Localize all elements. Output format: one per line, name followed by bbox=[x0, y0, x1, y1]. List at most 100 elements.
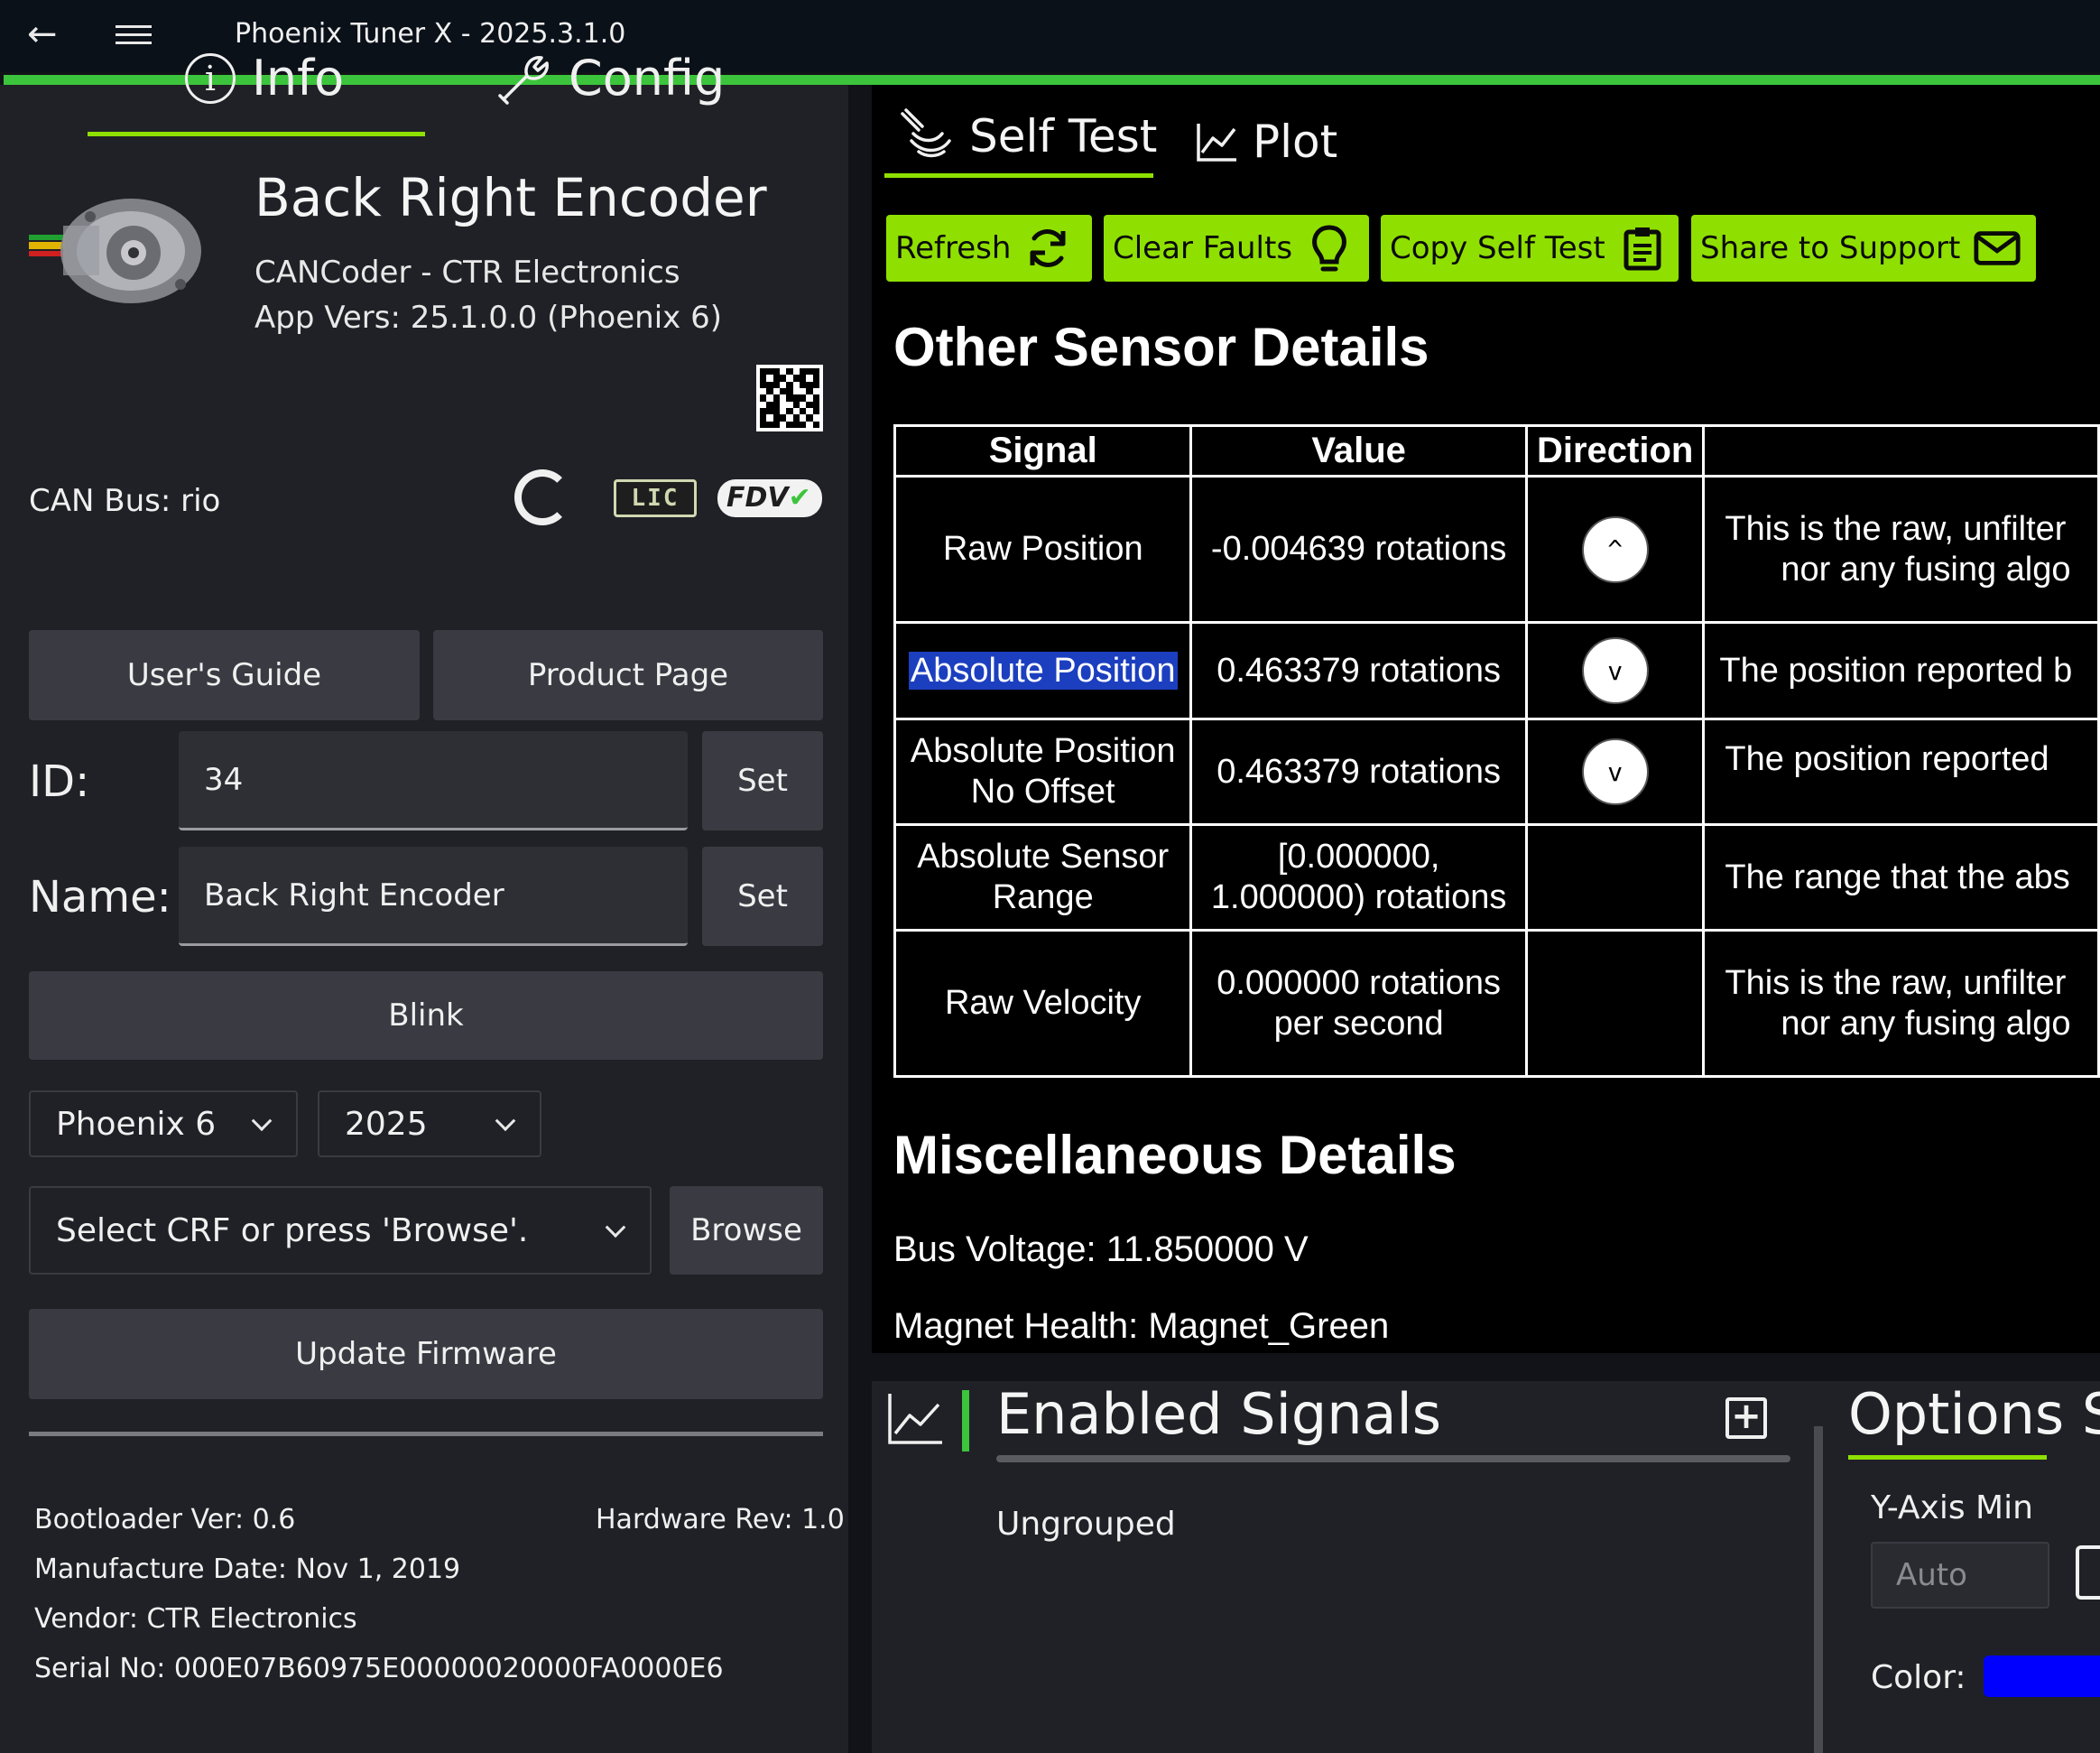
column-header bbox=[1702, 424, 2100, 478]
update-firmware-button[interactable]: Update Firmware bbox=[29, 1309, 823, 1399]
direction-up-icon[interactable]: ^ bbox=[1581, 515, 1649, 583]
value-cell: 0.463379 rotations bbox=[1189, 718, 1528, 826]
chevron-down-icon bbox=[605, 1217, 626, 1238]
hamburger-menu-icon[interactable] bbox=[116, 20, 152, 52]
product-page-button[interactable]: Product Page bbox=[433, 630, 823, 720]
tab-info[interactable]: i Info bbox=[185, 50, 344, 107]
microscope-icon bbox=[901, 108, 951, 158]
description-cell: This is the raw, unfilter nor any fusing … bbox=[1702, 475, 2100, 624]
copy-self-test-button[interactable]: Copy Self Test bbox=[1381, 215, 1679, 282]
value-line: [0.000000, bbox=[1277, 838, 1440, 876]
direction-down-icon[interactable]: v bbox=[1581, 637, 1649, 704]
signal-cell: Absolute Position bbox=[893, 621, 1193, 720]
sensor-details-table: Signal Value Direction Raw Position -0.0… bbox=[893, 424, 2100, 1078]
add-signal-icon[interactable]: + bbox=[1725, 1397, 1767, 1439]
hardware-revision: Hardware Rev: 1.0 bbox=[596, 1504, 845, 1535]
table-row: Raw Velocity 0.000000 rotations per secon… bbox=[893, 929, 2100, 1078]
direction-cell bbox=[1524, 823, 1706, 932]
tab-config-label: Config bbox=[569, 50, 726, 107]
id-input[interactable]: 34 bbox=[179, 731, 688, 830]
table-row: Absolute Position No Offset 0.463379 rota… bbox=[893, 718, 2100, 826]
refresh-label: Refresh bbox=[895, 230, 1012, 266]
fd-badge: FDV✔ bbox=[717, 479, 822, 517]
description-cell: This is the raw, unfilter nor any fusing … bbox=[1702, 929, 2100, 1078]
line-chart-icon bbox=[888, 1394, 942, 1444]
signal-cell: Absolute Position No Offset bbox=[893, 718, 1193, 826]
device-version: App Vers: 25.1.0.0 (Phoenix 6) bbox=[254, 300, 722, 336]
magnet-health: Magnet Health: Magnet_Green bbox=[893, 1306, 1390, 1346]
signal-cell: Raw Velocity bbox=[893, 929, 1193, 1078]
color-label: Color: bbox=[1871, 1659, 1966, 1696]
description-cell: The position reported b bbox=[1702, 621, 2100, 720]
enabled-signals-underline bbox=[996, 1455, 1790, 1462]
column-header: Direction bbox=[1524, 424, 1706, 478]
users-guide-button[interactable]: User's Guide bbox=[29, 630, 420, 720]
direction-cell: v bbox=[1524, 621, 1706, 720]
qr-code[interactable] bbox=[756, 365, 823, 431]
signal-line: No Offset bbox=[970, 773, 1115, 811]
app-title: Phoenix Tuner X - 2025.3.1.0 bbox=[235, 18, 626, 50]
table-header-row: Signal Value Direction bbox=[893, 424, 2100, 478]
divider bbox=[29, 1432, 823, 1436]
browse-button[interactable]: Browse bbox=[670, 1186, 823, 1275]
manufacture-date: Manufacture Date: Nov 1, 2019 bbox=[34, 1554, 461, 1585]
line-chart-icon bbox=[1197, 124, 1236, 162]
description-cell: The position reported bbox=[1702, 718, 2100, 826]
signal-cell: Raw Position bbox=[893, 475, 1193, 624]
description-cell: The range that the abs bbox=[1702, 823, 2100, 932]
selected-signal-text: Absolute Position bbox=[908, 651, 1178, 690]
color-swatch[interactable] bbox=[1984, 1656, 2100, 1697]
value-cell: 0.000000 rotations per second bbox=[1189, 929, 1528, 1078]
set-id-button[interactable]: Set bbox=[702, 731, 823, 830]
tab-self-test[interactable]: Self Test bbox=[895, 107, 1157, 166]
phoenix-version-select[interactable]: Phoenix 6 bbox=[29, 1090, 298, 1157]
description-line: The range that the abs bbox=[1725, 858, 2070, 896]
refresh-button[interactable]: Refresh bbox=[886, 215, 1092, 282]
description-line: The position reported bbox=[1725, 739, 2049, 778]
lightbulb-icon bbox=[1305, 224, 1354, 273]
signal-cell: Absolute Sensor Range bbox=[893, 823, 1193, 932]
name-input[interactable]: Back Right Encoder bbox=[179, 847, 688, 946]
bootloader-version: Bootloader Ver: 0.6 bbox=[34, 1504, 296, 1535]
lock-icon[interactable] bbox=[2076, 1545, 2100, 1600]
signal-line: Absolute Position bbox=[910, 732, 1176, 770]
table-row: Raw Position -0.004639 rotations ^ This … bbox=[893, 475, 2100, 624]
blink-button[interactable]: Blink bbox=[29, 971, 823, 1060]
description-line: This is the raw, unfilter bbox=[1725, 963, 2067, 1002]
wrench-icon bbox=[498, 55, 549, 105]
y-axis-min-label: Y-Axis Min bbox=[1871, 1489, 2033, 1526]
license-badge: LIC bbox=[614, 479, 697, 517]
other-sensor-details-heading: Other Sensor Details bbox=[893, 317, 1429, 377]
description-line: nor any fusing algo bbox=[1781, 1004, 2071, 1043]
panel-splitter[interactable] bbox=[1814, 1426, 1823, 1753]
phoenix-version-value: Phoenix 6 bbox=[56, 1105, 217, 1143]
enabled-signals-heading: Enabled Signals bbox=[996, 1381, 1442, 1447]
serial-number: Serial No: 000E07B60975E00000020000FA000… bbox=[34, 1653, 724, 1684]
value-cell: [0.000000, 1.000000) rotations bbox=[1189, 823, 1528, 932]
back-arrow-icon[interactable]: ← bbox=[27, 16, 63, 52]
table-row: Absolute Position 0.463379 rotations v T… bbox=[893, 621, 2100, 720]
crf-select[interactable]: Select CRF or press 'Browse'. bbox=[29, 1186, 652, 1275]
tab-plot[interactable]: Plot bbox=[1195, 116, 1337, 168]
tab-plot-label: Plot bbox=[1253, 116, 1338, 168]
tab-info-underline bbox=[88, 132, 425, 136]
year-value: 2025 bbox=[345, 1105, 428, 1143]
share-to-support-button[interactable]: Share to Support bbox=[1691, 215, 2036, 282]
share-to-support-label: Share to Support bbox=[1700, 230, 1961, 266]
tab-config[interactable]: Config bbox=[496, 50, 725, 107]
info-icon: i bbox=[185, 52, 236, 104]
clear-faults-button[interactable]: Clear Faults bbox=[1104, 215, 1369, 282]
direction-cell bbox=[1524, 929, 1706, 1078]
options-underline bbox=[1848, 1455, 2047, 1460]
y-axis-min-input[interactable]: Auto bbox=[1871, 1542, 2049, 1609]
clear-faults-label: Clear Faults bbox=[1113, 230, 1293, 266]
value-line: 0.000000 rotations bbox=[1217, 963, 1502, 1002]
fd-badge-label: FDV bbox=[726, 482, 789, 514]
direction-cell: ^ bbox=[1524, 475, 1706, 624]
table-row: Absolute Sensor Range [0.000000, 1.000000)… bbox=[893, 823, 2100, 932]
options-heading[interactable]: Options S bbox=[1848, 1381, 2100, 1447]
direction-down-icon[interactable]: v bbox=[1581, 738, 1649, 805]
year-select[interactable]: 2025 bbox=[318, 1090, 541, 1157]
set-name-button[interactable]: Set bbox=[702, 847, 823, 946]
chevron-down-icon bbox=[251, 1110, 273, 1132]
